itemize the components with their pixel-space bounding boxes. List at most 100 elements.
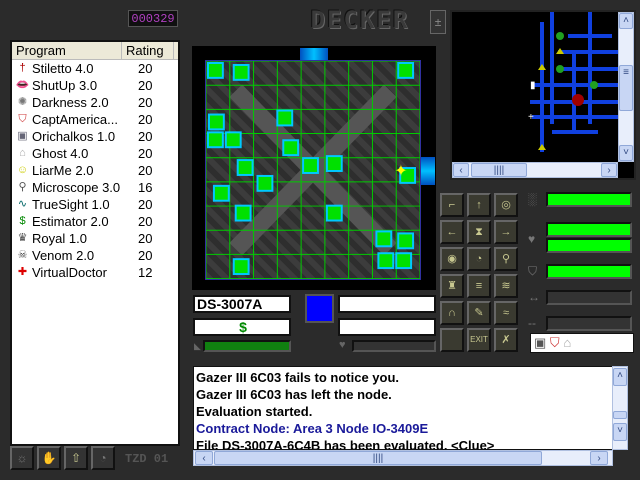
- scroll-thumb[interactable]: ||||: [214, 451, 542, 465]
- file-icon[interactable]: [395, 252, 413, 270]
- program-row[interactable]: ✺ Darkness 2.0 20: [12, 94, 178, 111]
- node-exit-right[interactable]: [421, 157, 435, 185]
- hand-icon[interactable]: ✋: [37, 446, 61, 470]
- node-map[interactable]: ✦: [205, 60, 421, 280]
- score-counter: 000329: [128, 10, 178, 27]
- shield-icon: ⛉: [528, 264, 538, 278]
- file-icon[interactable]: [397, 62, 415, 79]
- program-rating: 20: [138, 78, 153, 93]
- program-name: Ghost 4.0: [32, 146, 89, 161]
- program-name: ShutUp 3.0: [32, 78, 98, 93]
- log-vertical-scrollbar[interactable]: ˄ ˅: [612, 366, 628, 450]
- pen-icon[interactable]: ✎: [467, 301, 491, 325]
- log-horizontal-scrollbar[interactable]: ‹ |||| ›: [193, 450, 613, 466]
- heart-icon: ♥: [339, 339, 346, 351]
- node-color-indicator: [305, 294, 334, 323]
- scroll-up-button[interactable]: ˄: [613, 368, 627, 386]
- program-row[interactable]: ⚲ Microscope 3.0 16: [12, 179, 178, 196]
- program-row[interactable]: ⌂ Ghost 4.0 20: [12, 145, 178, 162]
- scroll-right-button[interactable]: ›: [590, 451, 608, 465]
- stack-icon[interactable]: ≡: [467, 274, 491, 298]
- log-line: Gazer III 6C03 fails to notice you.: [196, 370, 400, 385]
- scroll-thumb[interactable]: [613, 411, 627, 419]
- magnet-icon[interactable]: ∩: [440, 301, 464, 325]
- file-icon[interactable]: [282, 139, 300, 157]
- clock-icon[interactable]: ◔: [467, 247, 491, 271]
- status-bar: [546, 238, 632, 253]
- search-icon[interactable]: ⚲: [494, 247, 518, 271]
- program-row[interactable]: $ Estimator 2.0 20: [12, 213, 178, 230]
- program-row[interactable]: ∿ TrueSight 1.0 20: [12, 196, 178, 213]
- program-rating: 20: [138, 112, 153, 127]
- program-row[interactable]: ♛ Royal 1.0 20: [12, 230, 178, 247]
- file-icon[interactable]: [377, 252, 395, 270]
- program-row[interactable]: ☺ LiarMe 2.0 20: [12, 162, 178, 179]
- file-icon[interactable]: [232, 258, 250, 276]
- program-row[interactable]: 👄 ShutUp 3.0 20: [12, 77, 178, 94]
- column-program[interactable]: Program: [12, 42, 122, 59]
- eye-icon[interactable]: ◉: [440, 247, 464, 271]
- svg-text:+: +: [528, 112, 534, 123]
- gun-icon[interactable]: ⌐: [440, 193, 464, 217]
- file-icon[interactable]: [206, 62, 224, 79]
- file-icon[interactable]: [232, 63, 250, 81]
- dash-icon: --: [528, 316, 536, 330]
- file-icon[interactable]: [302, 157, 319, 174]
- shirt-icon[interactable]: ♜: [440, 274, 464, 298]
- program-name: VirtualDoctor: [32, 265, 107, 280]
- program-name: Venom 2.0: [32, 248, 95, 263]
- minimap-vertical-scrollbar[interactable]: ˄ ≡ ˅: [618, 12, 634, 162]
- up-arrow-icon[interactable]: ↑: [467, 193, 491, 217]
- right-arrow-icon[interactable]: →: [494, 220, 518, 244]
- wrench-icon[interactable]: ✗: [494, 328, 518, 352]
- zoom-toggle-button[interactable]: ±: [430, 10, 446, 34]
- broom-icon[interactable]: ≋: [494, 274, 518, 298]
- log-line: File DS-3007A-6C4B has been evaluated. <…: [196, 438, 495, 450]
- cloud-icon: ✺: [17, 96, 28, 108]
- file-icon[interactable]: [207, 113, 225, 131]
- file-icon[interactable]: [375, 230, 393, 248]
- file-icon[interactable]: [256, 174, 274, 192]
- bulb-icon[interactable]: ☼: [10, 446, 34, 470]
- waves-icon[interactable]: ≈: [494, 301, 518, 325]
- program-rating: 20: [138, 214, 153, 229]
- scroll-down-button[interactable]: ˅: [613, 423, 627, 441]
- scroll-left-button[interactable]: ‹: [195, 451, 213, 465]
- clock-icon[interactable]: ◔: [91, 446, 115, 470]
- left-pointer-icon[interactable]: ←: [440, 220, 464, 244]
- file-icon[interactable]: [206, 131, 224, 149]
- program-list[interactable]: Program Rating † Stiletto 4.0 20 👄 ShutUp 3.…: [10, 40, 180, 446]
- magnifier-icon: ⚲: [18, 181, 27, 193]
- minimap-horizontal-scrollbar[interactable]: ‹ |||| ›: [452, 162, 618, 178]
- program-row[interactable]: ▣ Orichalkos 1.0 20: [12, 128, 178, 145]
- file-icon[interactable]: [224, 131, 242, 149]
- file-icon[interactable]: [325, 155, 343, 172]
- load-icon: ◣: [194, 341, 201, 351]
- exit-icon[interactable]: EXIT: [467, 328, 491, 352]
- info-field-2: [338, 318, 436, 336]
- file-icon[interactable]: [234, 204, 252, 222]
- mini-map-canvas[interactable]: ▮ +: [452, 12, 618, 162]
- up-arrow-icon[interactable]: ⇧: [64, 446, 88, 470]
- program-row[interactable]: † Stiletto 4.0 20: [12, 60, 178, 77]
- file-icon[interactable]: [325, 204, 343, 222]
- program-row[interactable]: ✚ VirtualDoctor 12: [12, 264, 178, 281]
- file-icon[interactable]: [212, 184, 230, 202]
- program-row[interactable]: ⛉ CaptAmerica... 20: [12, 111, 178, 128]
- target-icon[interactable]: ◎: [494, 193, 518, 217]
- shadow-icon: ░: [528, 192, 537, 206]
- mini-map[interactable]: ▮ + ˄ ≡ ˅ ‹ |||| ›: [450, 10, 636, 180]
- file-icon[interactable]: [276, 109, 294, 127]
- red-cross-icon: ✚: [17, 266, 28, 278]
- column-rating[interactable]: Rating: [122, 42, 174, 59]
- skull-icon: ☠: [17, 249, 28, 261]
- program-list-header: Program Rating: [12, 42, 178, 60]
- file-icon[interactable]: [236, 159, 254, 176]
- empty-slot[interactable]: [440, 328, 464, 352]
- hourglass-icon[interactable]: ⧗: [467, 220, 491, 244]
- file-icon[interactable]: [397, 232, 415, 250]
- link-icon: ↔: [528, 290, 540, 304]
- program-row[interactable]: ☠ Venom 2.0 20: [12, 247, 178, 264]
- program-rating: 20: [138, 146, 153, 161]
- node-exit-top[interactable]: [300, 48, 328, 60]
